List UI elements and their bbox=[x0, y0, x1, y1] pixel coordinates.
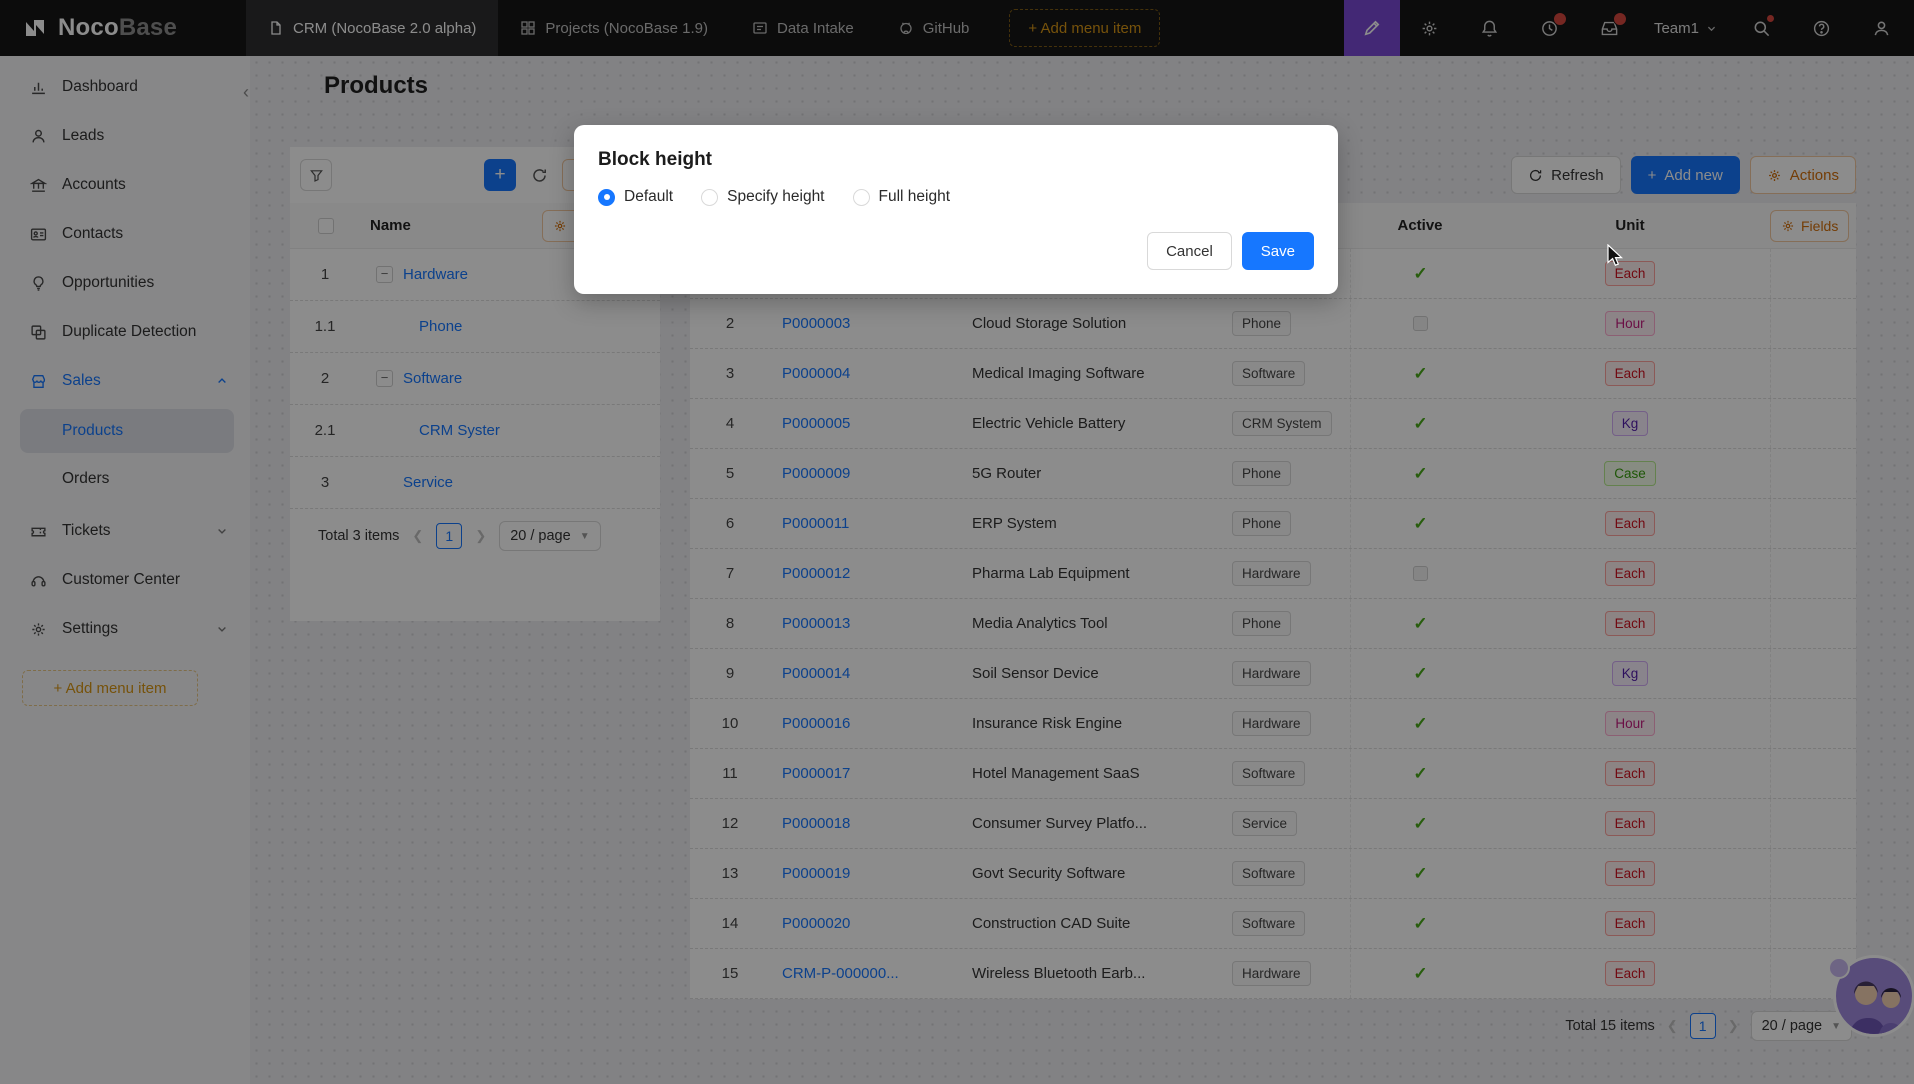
radio-icon bbox=[853, 189, 870, 206]
radio-specify-height[interactable]: Specify height bbox=[701, 188, 824, 206]
radio-icon bbox=[701, 189, 718, 206]
radio-full-height[interactable]: Full height bbox=[853, 188, 951, 206]
height-options-radio-group: Default Specify height Full height bbox=[598, 188, 1314, 206]
block-height-modal: Block height Default Specify height Full… bbox=[574, 125, 1338, 294]
radio-default[interactable]: Default bbox=[598, 188, 673, 206]
modal-title: Block height bbox=[598, 149, 1314, 171]
radio-label: Specify height bbox=[727, 188, 824, 206]
cancel-button[interactable]: Cancel bbox=[1147, 232, 1232, 270]
radio-icon bbox=[598, 189, 615, 206]
radio-label: Default bbox=[624, 188, 673, 206]
save-button[interactable]: Save bbox=[1242, 232, 1314, 270]
modal-footer: Cancel Save bbox=[598, 232, 1314, 270]
radio-label: Full height bbox=[879, 188, 951, 206]
